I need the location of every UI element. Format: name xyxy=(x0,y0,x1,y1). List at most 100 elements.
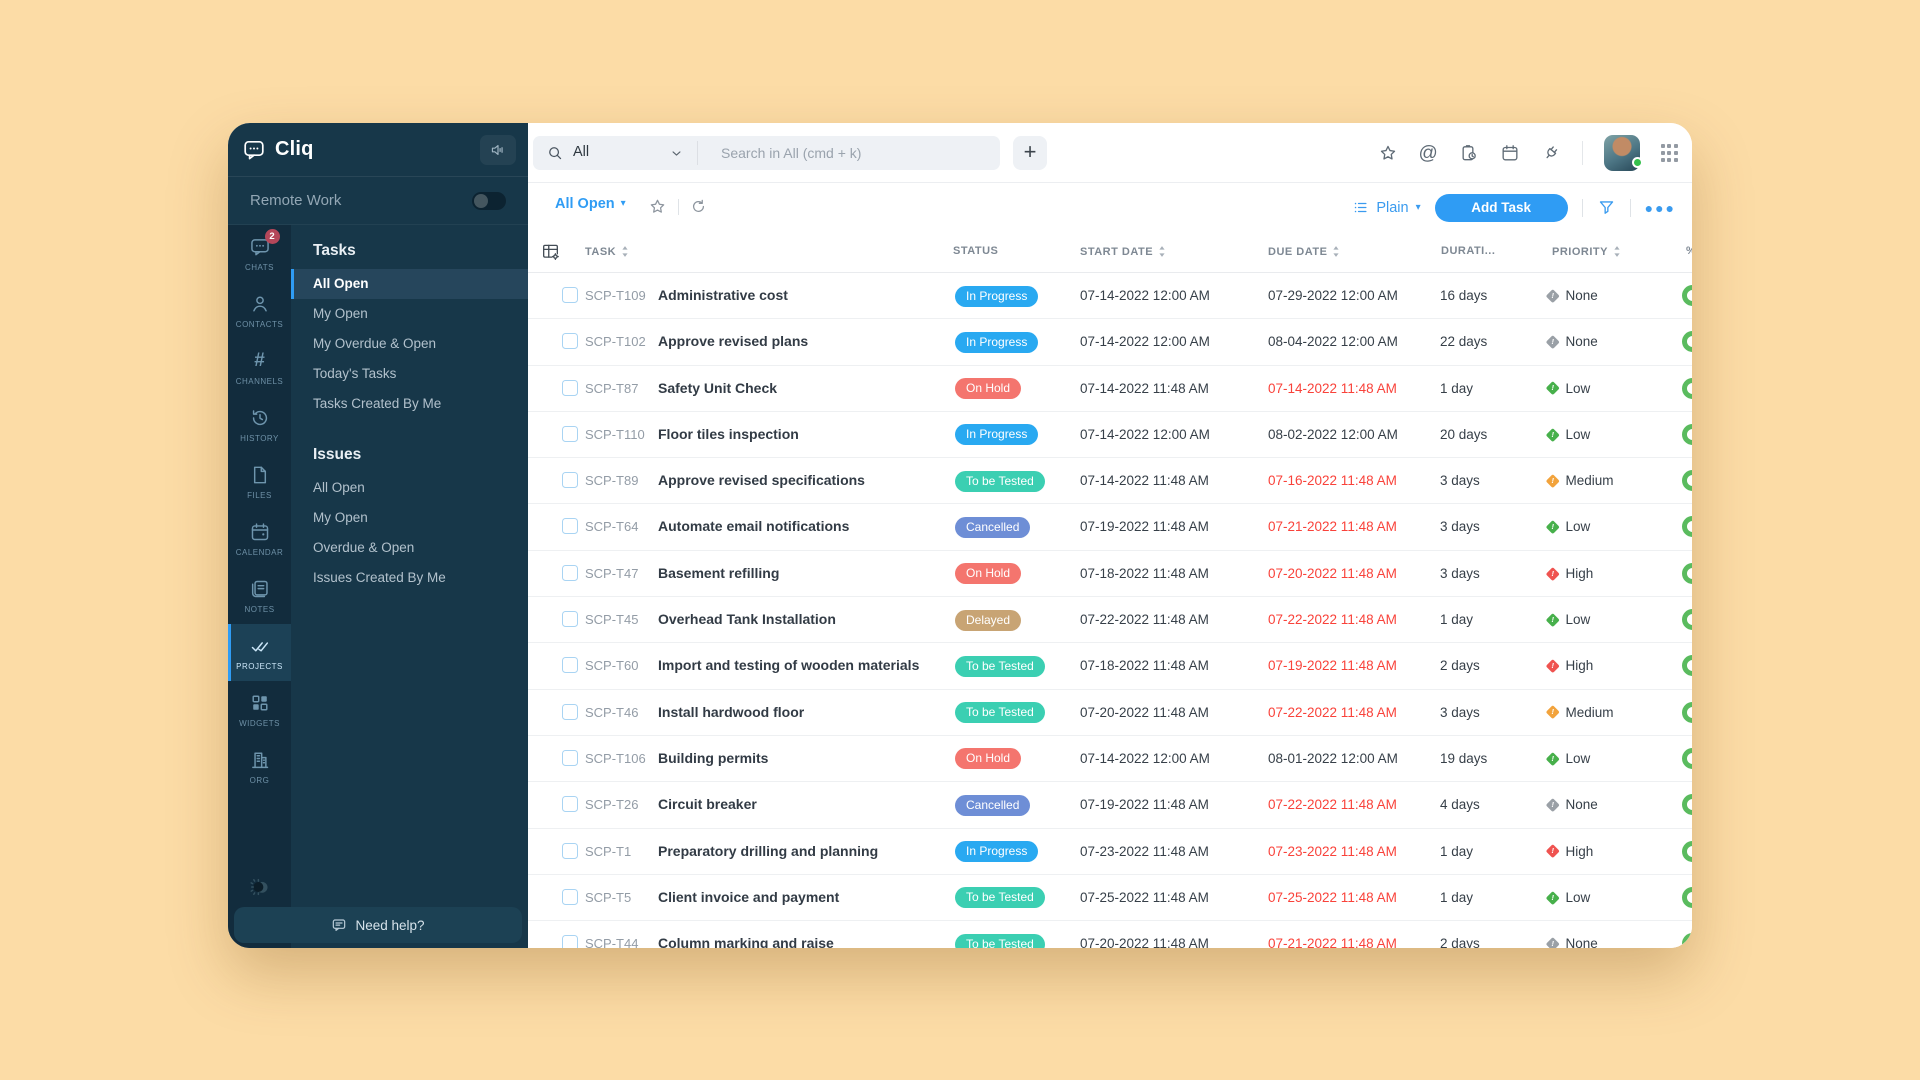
task-row[interactable]: SCP-T44 Column marking and raise To be T… xyxy=(528,921,1692,948)
more-options-icon[interactable]: ●●● xyxy=(1645,200,1676,216)
row-checkbox[interactable] xyxy=(562,796,578,812)
due-date: 07-29-2022 12:00 AM xyxy=(1268,288,1398,303)
task-row[interactable]: SCP-T26 Circuit breaker Cancelled 07-19-… xyxy=(528,782,1692,828)
row-checkbox[interactable] xyxy=(562,472,578,488)
filter-item[interactable]: Issues Created By Me xyxy=(291,563,528,593)
filter-item[interactable]: Today's Tasks xyxy=(291,359,528,389)
apps-grid-icon[interactable] xyxy=(1661,144,1678,161)
sidebar-item-contacts[interactable]: CONTACTS xyxy=(228,282,291,339)
task-row[interactable]: SCP-T46 Install hardwood floor To be Tes… xyxy=(528,690,1692,736)
row-checkbox[interactable] xyxy=(562,287,578,303)
avatar[interactable] xyxy=(1604,135,1640,171)
task-row[interactable]: SCP-T1 Preparatory drilling and planning… xyxy=(528,829,1692,875)
row-checkbox[interactable] xyxy=(562,380,578,396)
chevron-down-icon[interactable] xyxy=(669,146,684,161)
global-search[interactable]: All Search in All (cmd + k) xyxy=(533,136,1000,170)
row-checkbox[interactable] xyxy=(562,518,578,534)
search-input[interactable]: Search in All (cmd + k) xyxy=(721,145,861,161)
sidebar-item-widgets[interactable]: WIDGETS xyxy=(228,681,291,738)
row-checkbox[interactable] xyxy=(562,704,578,720)
row-checkbox[interactable] xyxy=(562,843,578,859)
filter-item[interactable]: My Open xyxy=(291,503,528,533)
sidebar-item-notes[interactable]: NOTES xyxy=(228,567,291,624)
due-date: 07-21-2022 11:48 AM xyxy=(1268,936,1397,948)
sound-icon[interactable] xyxy=(480,135,516,165)
add-task-button[interactable]: Add Task xyxy=(1435,194,1568,222)
task-row[interactable]: SCP-T106 Building permits On Hold 07-14-… xyxy=(528,736,1692,782)
theme-toggle-icon[interactable] xyxy=(228,874,291,900)
task-name[interactable]: Circuit breaker xyxy=(658,796,757,812)
view-dropdown[interactable]: All Open ▾ xyxy=(555,196,626,212)
calendar-icon[interactable] xyxy=(1500,143,1520,163)
row-checkbox[interactable] xyxy=(562,426,578,442)
filter-item[interactable]: All Open xyxy=(291,473,528,503)
row-checkbox[interactable] xyxy=(562,611,578,627)
favorite-view-star-icon[interactable] xyxy=(648,197,667,216)
task-name[interactable]: Safety Unit Check xyxy=(658,380,777,396)
duration: 2 days xyxy=(1440,936,1480,948)
filter-item[interactable]: Tasks Created By Me xyxy=(291,389,528,419)
task-name[interactable]: Import and testing of wooden materials xyxy=(658,657,919,673)
layout-dropdown[interactable]: Plain ▾ xyxy=(1352,199,1420,216)
task-name[interactable]: Building permits xyxy=(658,750,768,766)
search-scope-select[interactable]: All xyxy=(573,144,589,160)
filter-item[interactable]: My Overdue & Open xyxy=(291,329,528,359)
sidebar-item-channels[interactable]: # CHANNELS xyxy=(228,339,291,396)
sidebar-item-projects[interactable]: PROJECTS xyxy=(228,624,291,681)
sort-icon[interactable] xyxy=(1158,245,1166,258)
sidebar-item-chats[interactable]: 2 CHATS xyxy=(228,225,291,282)
row-checkbox[interactable] xyxy=(562,935,578,948)
task-name[interactable]: Floor tiles inspection xyxy=(658,426,799,442)
task-row[interactable]: SCP-T89 Approve revised specifications T… xyxy=(528,458,1692,504)
task-row[interactable]: SCP-T5 Client invoice and payment To be … xyxy=(528,875,1692,921)
row-checkbox[interactable] xyxy=(562,333,578,349)
task-row[interactable]: SCP-T47 Basement refilling On Hold 07-18… xyxy=(528,551,1692,597)
need-help-button[interactable]: Need help? xyxy=(234,907,522,943)
task-row[interactable]: SCP-T109 Administrative cost In Progress… xyxy=(528,273,1692,319)
column-header[interactable]: TASK xyxy=(585,245,629,258)
column-header[interactable]: PRIORITY xyxy=(1552,245,1621,258)
sidebar-item-calendar[interactable]: CALENDAR xyxy=(228,510,291,567)
row-checkbox[interactable] xyxy=(562,565,578,581)
task-name[interactable]: Approve revised plans xyxy=(658,333,808,349)
filter-funnel-icon[interactable] xyxy=(1597,198,1616,217)
star-icon[interactable] xyxy=(1378,143,1398,163)
task-name[interactable]: Approve revised specifications xyxy=(658,472,865,488)
priority-cell: ! Low xyxy=(1548,519,1590,534)
task-name[interactable]: Preparatory drilling and planning xyxy=(658,843,878,859)
task-name[interactable]: Install hardwood floor xyxy=(658,704,804,720)
sidebar-item-history[interactable]: HISTORY xyxy=(228,396,291,453)
task-row[interactable]: SCP-T110 Floor tiles inspection In Progr… xyxy=(528,412,1692,458)
sidebar-item-org[interactable]: ORG xyxy=(228,738,291,795)
sort-icon[interactable] xyxy=(621,245,629,258)
task-row[interactable]: SCP-T64 Automate email notifications Can… xyxy=(528,504,1692,550)
task-row[interactable]: SCP-T87 Safety Unit Check On Hold 07-14-… xyxy=(528,366,1692,412)
task-name[interactable]: Overhead Tank Installation xyxy=(658,611,836,627)
sidebar-item-files[interactable]: FILES xyxy=(228,453,291,510)
task-row[interactable]: SCP-T60 Import and testing of wooden mat… xyxy=(528,643,1692,689)
row-checkbox[interactable] xyxy=(562,889,578,905)
row-checkbox[interactable] xyxy=(562,657,578,673)
clipboard-clock-icon[interactable] xyxy=(1459,143,1479,163)
column-header[interactable]: START DATE xyxy=(1080,245,1166,258)
plug-icon[interactable] xyxy=(1541,143,1561,163)
filter-item[interactable]: All Open xyxy=(291,269,528,299)
availability-toggle[interactable] xyxy=(472,192,506,210)
task-name[interactable]: Column marking and raise xyxy=(658,935,834,948)
task-name[interactable]: Client invoice and payment xyxy=(658,889,839,905)
task-row[interactable]: SCP-T102 Approve revised plans In Progre… xyxy=(528,319,1692,365)
sort-icon[interactable] xyxy=(1613,245,1621,258)
mention-at-icon[interactable]: @ xyxy=(1419,144,1438,163)
row-checkbox[interactable] xyxy=(562,750,578,766)
refresh-icon[interactable] xyxy=(690,198,707,215)
new-chat-button[interactable]: + xyxy=(1013,136,1047,170)
task-row[interactable]: SCP-T45 Overhead Tank Installation Delay… xyxy=(528,597,1692,643)
column-header[interactable]: DUE DATE xyxy=(1268,245,1340,258)
task-name[interactable]: Basement refilling xyxy=(658,565,779,581)
task-name[interactable]: Administrative cost xyxy=(658,287,788,303)
sort-icon[interactable] xyxy=(1332,245,1340,258)
filter-item[interactable]: My Open xyxy=(291,299,528,329)
task-name[interactable]: Automate email notifications xyxy=(658,518,849,534)
filter-item[interactable]: Overdue & Open xyxy=(291,533,528,563)
table-settings-icon[interactable] xyxy=(540,241,561,262)
